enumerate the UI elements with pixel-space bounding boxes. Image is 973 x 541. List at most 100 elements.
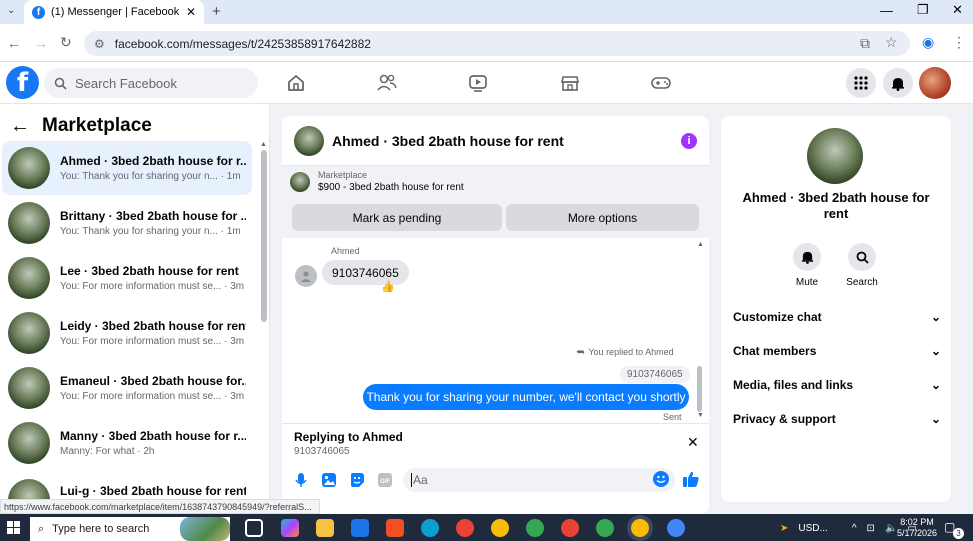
volume-icon[interactable]: 🔈	[885, 523, 897, 534]
microphone-icon[interactable]	[292, 471, 310, 489]
profile-icon[interactable]: ◉	[922, 34, 934, 51]
conversation-item[interactable]: Ahmed · 3bed 2bath house for r... You: Th…	[2, 141, 252, 195]
listing-profile-picture[interactable]	[807, 128, 863, 184]
media-files-links-row[interactable]: Media, files and links ⌄	[733, 375, 941, 395]
link-status-bar: https://www.facebook.com/marketplace/ite…	[0, 499, 320, 514]
edge-icon[interactable]	[421, 519, 439, 537]
conversation-preview: You: For more information must se... · 3…	[60, 281, 245, 292]
search-in-conversation-button[interactable]: Search	[832, 243, 892, 288]
network-icon[interactable]: ⊡	[867, 523, 875, 534]
listing-thumbnail	[8, 202, 50, 244]
sender-avatar[interactable]	[295, 265, 317, 287]
install-app-icon[interactable]: ⧉	[860, 35, 870, 52]
browser-menu-icon[interactable]: ⋮	[952, 34, 966, 51]
mute-label: Mute	[795, 277, 819, 288]
taskbar-clock[interactable]: 8:02 PM 5/17/2026	[897, 517, 937, 539]
scroll-up-icon[interactable]: ▲	[260, 141, 267, 148]
close-tab-icon[interactable]: ✕	[186, 5, 196, 19]
back-arrow-icon[interactable]: ←	[10, 115, 30, 138]
quoted-message[interactable]: 9103746065	[620, 366, 690, 383]
task-view-icon[interactable]	[245, 519, 263, 537]
home-icon[interactable]	[281, 70, 311, 96]
currency-widget-text[interactable]: USD...	[798, 523, 827, 534]
gif-icon[interactable]: GIF	[376, 471, 394, 489]
replied-note: ⮪ You replied to Ahmed	[576, 347, 674, 358]
microsoft-store-icon[interactable]	[386, 519, 404, 537]
browser-tab[interactable]: f (1) Messenger | Facebook ✕	[24, 0, 204, 24]
emoji-icon[interactable]	[653, 471, 669, 487]
search-highlight-image[interactable]	[180, 517, 230, 541]
message-input[interactable]: Aa	[403, 468, 675, 492]
chat-scroll-down-icon[interactable]: ▼	[697, 412, 704, 419]
outgoing-message[interactable]: Thank you for sharing your number, we'll…	[363, 384, 689, 410]
listing-title: $900 - 3bed 2bath house for rent	[318, 182, 464, 193]
conversation-item[interactable]: Leidy · 3bed 2bath house for rent You: Fo…	[2, 306, 252, 360]
mute-button[interactable]: Mute	[777, 243, 837, 288]
taskbar-search-placeholder: Type here to search	[52, 523, 150, 535]
maximize-icon[interactable]: ❐	[917, 2, 929, 18]
back-icon[interactable]: ←	[7, 35, 21, 51]
forward-icon[interactable]: →	[34, 35, 48, 51]
tab-search-icon[interactable]: ⌄	[7, 5, 15, 16]
privacy-support-row[interactable]: Privacy & support ⌄	[733, 409, 941, 429]
listing-info[interactable]: Marketplace $900 - 3bed 2bath house for …	[290, 170, 464, 193]
windows-start-icon[interactable]	[7, 521, 20, 537]
url-text: facebook.com/messages/t/2425385891764288…	[114, 36, 371, 51]
chat-listing-thumbnail[interactable]	[294, 125, 324, 156]
chrome-profile-icon[interactable]	[561, 519, 579, 537]
chrome-profile-icon[interactable]	[596, 519, 614, 537]
marketplace-icon[interactable]	[555, 70, 585, 96]
chrome-profile-icon[interactable]	[491, 519, 509, 537]
facebook-search-input[interactable]: Search Facebook	[44, 68, 258, 98]
svg-text:GIF: GIF	[380, 479, 390, 485]
conversation-item[interactable]: Brittany · 3bed 2bath house for ... You: …	[2, 196, 252, 250]
conversation-item[interactable]: Manny · 3bed 2bath house for r... Manny: …	[2, 416, 252, 470]
chat-title[interactable]: Ahmed · 3bed 2bath house for rent	[332, 133, 673, 149]
bookmark-star-icon[interactable]: ☆	[885, 34, 898, 51]
cancel-reply-icon[interactable]: ✕	[687, 434, 699, 451]
conversation-item[interactable]: Lee · 3bed 2bath house for rent You: For …	[2, 251, 252, 305]
mail-icon[interactable]	[351, 519, 369, 537]
minimize-icon[interactable]: —	[880, 3, 893, 18]
account-avatar[interactable]	[919, 67, 951, 99]
site-settings-icon[interactable]: ⚙	[94, 37, 105, 51]
search-icon	[54, 77, 67, 90]
watch-icon[interactable]	[463, 70, 493, 96]
conversation-list-scrollbar[interactable]	[261, 150, 267, 322]
reload-icon[interactable]: ↻	[60, 34, 72, 51]
conversation-name: Lee · 3bed 2bath house for rent	[60, 264, 239, 278]
file-explorer-icon[interactable]	[316, 519, 334, 537]
conversation-preview: You: Thank you for sharing your n... · 1…	[60, 171, 241, 182]
chat-scroll-up-icon[interactable]: ▲	[697, 241, 704, 248]
new-tab-icon[interactable]: +	[212, 3, 221, 20]
listing-thumbnail	[8, 422, 50, 464]
chrome-active-icon[interactable]	[631, 519, 649, 537]
close-window-icon[interactable]: ✕	[952, 2, 963, 18]
gaming-icon[interactable]	[646, 70, 676, 96]
chrome-profile-icon[interactable]	[667, 519, 685, 537]
facebook-logo-icon[interactable]: f	[6, 66, 39, 99]
chat-members-row[interactable]: Chat members ⌄	[733, 341, 941, 361]
more-options-button[interactable]: More options	[506, 204, 699, 231]
chrome-profile-icon[interactable]	[456, 519, 474, 537]
chat-scrollbar[interactable]	[697, 366, 702, 412]
menu-grid-icon[interactable]	[846, 68, 876, 98]
photo-icon[interactable]	[320, 471, 338, 489]
thumbs-up-send-icon[interactable]	[682, 470, 700, 491]
friends-icon[interactable]	[372, 70, 402, 96]
conversation-item[interactable]: Emaneul · 3bed 2bath house for... You: Fo…	[2, 361, 252, 415]
copilot-icon[interactable]	[281, 519, 299, 537]
sticker-icon[interactable]	[348, 471, 366, 489]
notifications-bell-icon[interactable]	[883, 68, 913, 98]
incoming-message[interactable]: 9103746065	[322, 260, 409, 285]
info-icon[interactable]: i	[681, 132, 697, 149]
clock-date: 5/17/2026	[897, 528, 938, 538]
chrome-profile-icon[interactable]	[526, 519, 544, 537]
tray-overflow-icon[interactable]: ^	[852, 523, 857, 534]
mark-as-pending-button[interactable]: Mark as pending	[292, 204, 502, 231]
currency-widget-icon[interactable]: ➤	[780, 523, 788, 534]
marketplace-header: ← Marketplace	[10, 112, 152, 140]
like-reaction-icon[interactable]: 👍	[381, 280, 395, 293]
customize-chat-row[interactable]: Customize chat ⌄	[733, 307, 941, 327]
url-field[interactable]: ⚙ facebook.com/messages/t/24253858917642…	[84, 31, 910, 56]
